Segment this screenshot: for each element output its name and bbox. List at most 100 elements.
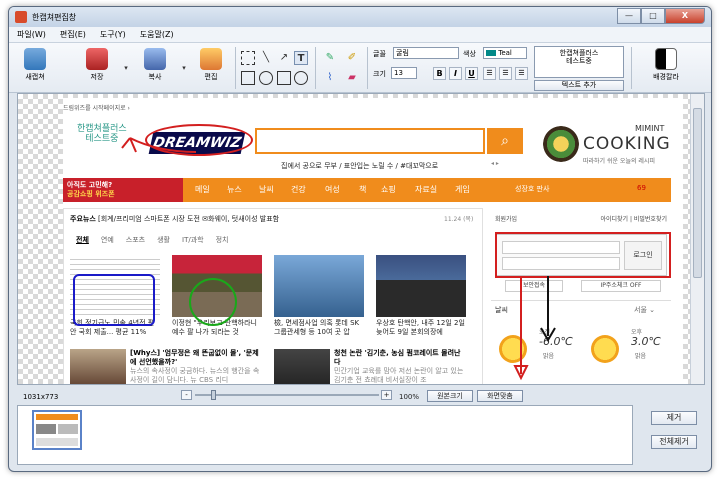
cooking-banner: MIMINT COOKING 따라하기 쉬운 오늘의 레시피: [543, 124, 683, 168]
filled-ellipse-icon[interactable]: [294, 71, 308, 85]
capture-canvas[interactable]: 드림위즈를 시작페이지로 › 한캡쳐플러스 테스트중 DREAMWIZ ⌕ 집에…: [17, 93, 705, 385]
zoom-thumb[interactable]: [211, 390, 216, 400]
pen-icon[interactable]: ✎: [323, 51, 337, 65]
align-right-icon[interactable]: ☰: [515, 67, 528, 80]
edit-button[interactable]: 편집: [193, 48, 229, 88]
news-caption: 檢, 면세점사업 의혹 롯데 SK그룹관세형 등 10여 곳 압: [274, 319, 360, 336]
news-item: [Why스] '엄무정은 왜 뜬굽없이 몰', '문제에 선언했을까?' 뉴스의 …: [130, 349, 260, 384]
remove-all-button[interactable]: 전체제거: [651, 435, 697, 449]
align-center-icon[interactable]: ☰: [499, 67, 512, 80]
eraser-icon[interactable]: ▰: [345, 71, 359, 85]
nav-news: 뉴스: [227, 185, 242, 194]
news-thumb-woman: [70, 349, 126, 384]
underline-button[interactable]: U: [465, 67, 478, 80]
highlighter-icon[interactable]: ✐: [345, 51, 359, 65]
menu-edit[interactable]: 편집(E): [60, 29, 86, 40]
ellipse-icon[interactable]: [259, 71, 273, 85]
secure-login-toggle: 보안접속: [505, 280, 563, 292]
search-icon: ⌕: [487, 128, 523, 154]
weather-widget: 날씨 서울 ⌄ 오전 -6.0℃ 맑음 오후 3.0℃ 맑음: [491, 300, 671, 384]
color-swatch: [486, 50, 496, 56]
camera-icon: [24, 48, 46, 70]
separator: [631, 47, 632, 89]
zoom-track[interactable]: [195, 394, 379, 396]
food-plate-icon: [543, 126, 579, 162]
filled-rect-icon[interactable]: [277, 71, 291, 85]
news-tabs: 전체 연예 스포츠 생활 IT/과학 정치: [76, 236, 229, 244]
close-button[interactable]: X: [665, 8, 705, 24]
test-annotation-text: 한캡쳐플러스 테스트중: [77, 124, 127, 144]
nav-women: 여성: [325, 185, 340, 194]
promo-banner: 아직도 고민해? 공감쇼핑 위즈폰: [63, 178, 183, 202]
minimize-button[interactable]: —: [617, 8, 641, 24]
copy-button[interactable]: 복사: [137, 48, 173, 88]
red-ellipse-annotation: [145, 124, 253, 156]
original-size-button[interactable]: 원본크기: [427, 390, 473, 402]
italic-button[interactable]: I: [449, 67, 462, 80]
palette-icon: [655, 48, 677, 70]
copy-dropdown-icon[interactable]: ▾: [177, 61, 191, 75]
rect-select-icon[interactable]: [241, 51, 255, 65]
news-caption: 우상호 탄핵안, 내주 12일 2일 늦어도 9일 본회의장에: [376, 319, 465, 336]
capture-thumbnail[interactable]: [32, 410, 82, 450]
remove-button[interactable]: 제거: [651, 411, 697, 425]
red-rect-annotation: [495, 232, 671, 278]
app-icon: [15, 11, 27, 23]
text-input[interactable]: 한캡쳐플러스 테스트중: [534, 46, 624, 78]
blue-rect-annotation: [73, 274, 155, 326]
zoom-percent: 100%: [399, 393, 420, 401]
keyword-arrows-icon: ◂ ▸: [491, 160, 499, 167]
align-left-icon[interactable]: ☰: [483, 67, 496, 80]
news-thumb-politician: [376, 255, 466, 317]
color-label: 색상: [463, 50, 476, 58]
capture-editor-window: 한캡쳐편집창 — □ X 파일(W) 편집(E) 도구(Y) 도움말(Z) 새캡…: [8, 6, 712, 472]
menu-file[interactable]: 파일(W): [17, 29, 46, 40]
bg-color-button[interactable]: 배경칼라: [645, 48, 687, 88]
rectangle-icon[interactable]: [241, 71, 255, 85]
menu-tools[interactable]: 도구(Y): [100, 29, 126, 40]
status-row: 1031x773 - + 100% 원본크기 화면맞춤: [9, 387, 711, 405]
dropper-icon[interactable]: ⌇: [323, 71, 337, 85]
separator: [367, 47, 368, 89]
maximize-button[interactable]: □: [641, 8, 665, 24]
green-circle-annotation: [189, 278, 237, 326]
nav-temp: 69: [637, 184, 646, 192]
menu-help[interactable]: 도움말(Z): [140, 29, 174, 40]
size-input[interactable]: 13: [391, 67, 417, 79]
news-item: 청천 논란 '김기춘, 농심 펌코레이트 몰려난다 민간기업 교육를 맘아 저선 …: [334, 349, 464, 384]
news-thumb-press: [274, 255, 364, 317]
capture-thumbnail-strip: [17, 405, 633, 465]
title-bar: 한캡쳐편집창 — □ X: [9, 7, 711, 27]
add-text-button[interactable]: 텍스트 추가: [534, 80, 624, 91]
nav-downloads: 자료실: [415, 185, 438, 194]
color-select[interactable]: Teal: [483, 47, 527, 59]
breadcrumb: 드림위즈를 시작페이지로 ›: [63, 105, 130, 112]
vertical-scrollbar[interactable]: [690, 94, 704, 384]
save-dropdown-icon[interactable]: ▾: [119, 61, 133, 75]
zoom-slider[interactable]: - +: [181, 390, 393, 400]
nav-games: 게임: [455, 185, 470, 194]
ip-check-toggle: IP주소체크 OFF: [581, 280, 661, 292]
line-icon[interactable]: ╲: [259, 51, 273, 65]
news-thumb-official: [274, 349, 330, 384]
site-nav-bar: 아직도 고민해? 공감쇼핑 위즈폰 메일 뉴스 날씨 건강 여성 책 쇼핑 자료…: [63, 178, 671, 202]
bold-button[interactable]: B: [433, 67, 446, 80]
sun-icon: [591, 335, 619, 363]
new-capture-button[interactable]: 새캡쳐: [17, 48, 53, 88]
nav-trend: 성장호 판사: [515, 185, 550, 193]
news-date: 11.24 (목): [444, 216, 474, 223]
zoom-in-button[interactable]: +: [381, 390, 392, 400]
fit-screen-button[interactable]: 화면맞춤: [477, 390, 523, 402]
nav-books: 책: [359, 185, 367, 194]
font-label: 글꼴: [373, 50, 386, 58]
text-tool-icon[interactable]: T: [294, 51, 308, 65]
edit-icon: [200, 48, 222, 70]
captured-webpage: 드림위즈를 시작페이지로 › 한캡쳐플러스 테스트중 DREAMWIZ ⌕ 집에…: [63, 98, 683, 384]
arrow-icon[interactable]: ↗: [277, 51, 291, 65]
site-search-input: [255, 128, 485, 154]
menu-bar: 파일(W) 편집(E) 도구(Y) 도움말(Z): [9, 27, 711, 43]
scroll-thumb[interactable]: [693, 108, 702, 278]
save-button[interactable]: 저장: [79, 48, 115, 88]
zoom-out-button[interactable]: -: [181, 390, 192, 400]
font-select[interactable]: 굴림: [393, 47, 459, 59]
